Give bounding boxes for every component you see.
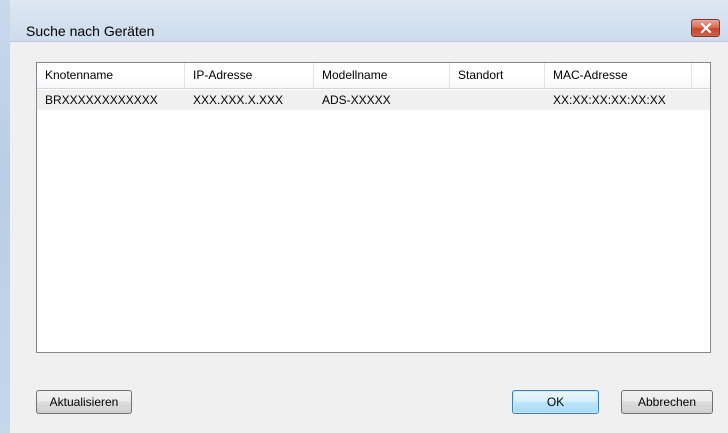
refresh-button[interactable]: Aktualisieren xyxy=(36,390,132,414)
cell-location xyxy=(450,90,545,110)
column-header-node-name[interactable]: Knotenname xyxy=(37,63,185,88)
close-button[interactable] xyxy=(691,19,720,37)
table-row[interactable]: BRXXXXXXXXXXXX XXX.XXX.X.XXX ADS-XXXXX X… xyxy=(37,90,710,110)
window-frame xyxy=(0,0,10,433)
list-header: Knotenname IP-Adresse Modellname Standor… xyxy=(37,63,710,89)
column-header-ip-address[interactable]: IP-Adresse xyxy=(185,63,314,88)
column-header-filler xyxy=(692,63,710,88)
close-icon xyxy=(700,23,711,33)
column-header-model-name[interactable]: Modellname xyxy=(314,63,450,88)
column-header-mac-address[interactable]: MAC-Adresse xyxy=(545,63,692,88)
dialog-client-area: Knotenname IP-Adresse Modellname Standor… xyxy=(17,42,728,433)
cancel-button[interactable]: Abbrechen xyxy=(621,390,713,414)
ok-button[interactable]: OK xyxy=(512,390,599,414)
window-title: Suche nach Geräten xyxy=(26,23,155,39)
search-devices-dialog: Suche nach Geräten Knotenname IP-Adresse… xyxy=(0,0,728,433)
cell-ip-address: XXX.XXX.X.XXX xyxy=(193,93,284,107)
cell-model-name: ADS-XXXXX xyxy=(322,93,391,107)
title-bar[interactable]: Suche nach Geräten xyxy=(10,0,728,42)
device-list[interactable]: Knotenname IP-Adresse Modellname Standor… xyxy=(36,62,711,353)
cell-node-name: BRXXXXXXXXXXXX xyxy=(45,93,158,107)
column-header-location[interactable]: Standort xyxy=(450,63,545,88)
cell-mac-address: XX:XX:XX:XX:XX:XX xyxy=(553,93,666,107)
